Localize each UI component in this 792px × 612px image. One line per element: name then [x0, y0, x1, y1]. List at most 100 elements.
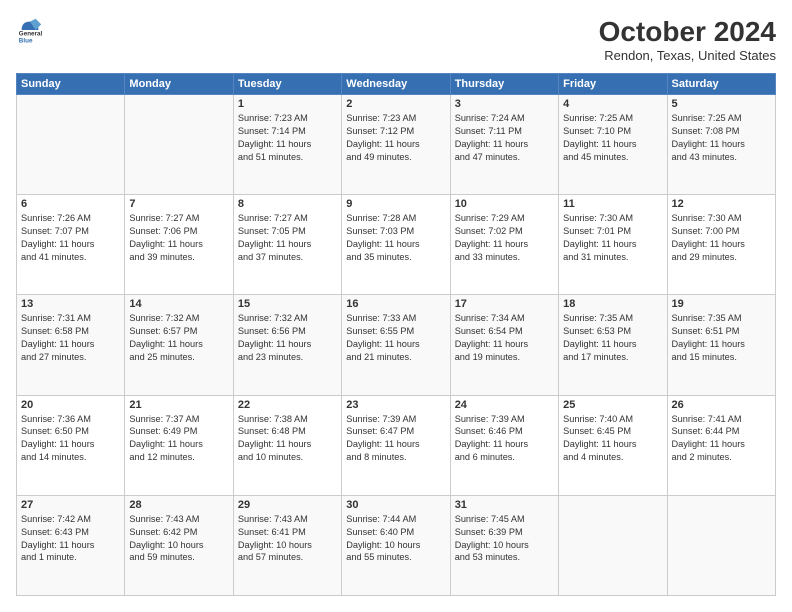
week-row-3: 13 Sunrise: 7:31 AMSunset: 6:58 PMDayligh… — [17, 295, 776, 395]
day-number: 8 — [238, 198, 337, 210]
day-info: Sunrise: 7:39 AMSunset: 6:46 PMDaylight:… — [455, 413, 554, 465]
day-number: 1 — [238, 98, 337, 110]
day-info: Sunrise: 7:23 AMSunset: 7:14 PMDaylight:… — [238, 112, 337, 164]
day-cell: 14 Sunrise: 7:32 AMSunset: 6:57 PMDayligh… — [125, 295, 233, 395]
weekday-header-saturday: Saturday — [667, 74, 775, 95]
location: Rendon, Texas, United States — [599, 48, 776, 63]
week-row-1: 1 Sunrise: 7:23 AMSunset: 7:14 PMDaylight… — [17, 95, 776, 195]
day-cell: 10 Sunrise: 7:29 AMSunset: 7:02 PMDayligh… — [450, 195, 558, 295]
day-cell: 4 Sunrise: 7:25 AMSunset: 7:10 PMDaylight… — [559, 95, 667, 195]
day-number: 15 — [238, 298, 337, 310]
day-number: 14 — [129, 298, 228, 310]
logo: General Blue — [16, 16, 44, 44]
day-cell: 22 Sunrise: 7:38 AMSunset: 6:48 PMDayligh… — [233, 395, 341, 495]
svg-text:Blue: Blue — [19, 38, 33, 44]
day-info: Sunrise: 7:26 AMSunset: 7:07 PMDaylight:… — [21, 212, 120, 264]
day-info: Sunrise: 7:33 AMSunset: 6:55 PMDaylight:… — [346, 312, 445, 364]
day-info: Sunrise: 7:24 AMSunset: 7:11 PMDaylight:… — [455, 112, 554, 164]
day-number: 12 — [672, 198, 771, 210]
day-cell: 23Sunrise: 7:39 AMSunset: 6:47 PMDayligh… — [342, 395, 450, 495]
day-info: Sunrise: 7:27 AMSunset: 7:05 PMDaylight:… — [238, 212, 337, 264]
day-cell: 5Sunrise: 7:25 AMSunset: 7:08 PMDaylight… — [667, 95, 775, 195]
day-cell: 17 Sunrise: 7:34 AMSunset: 6:54 PMDayligh… — [450, 295, 558, 395]
day-number: 29 — [238, 499, 337, 511]
day-info: Sunrise: 7:39 AMSunset: 6:47 PMDaylight:… — [346, 413, 445, 465]
day-number: 20 — [21, 399, 120, 411]
day-number: 6 — [21, 198, 120, 210]
day-info: Sunrise: 7:41 AMSunset: 6:44 PMDaylight:… — [672, 413, 771, 465]
day-cell: 30Sunrise: 7:44 AMSunset: 6:40 PMDayligh… — [342, 495, 450, 595]
day-number: 11 — [563, 198, 662, 210]
day-number: 30 — [346, 499, 445, 511]
day-cell: 26 Sunrise: 7:41 AMSunset: 6:44 PMDayligh… — [667, 395, 775, 495]
day-number: 19 — [672, 298, 771, 310]
weekday-header-wednesday: Wednesday — [342, 74, 450, 95]
week-row-2: 6 Sunrise: 7:26 AMSunset: 7:07 PMDaylight… — [17, 195, 776, 295]
day-cell: 13 Sunrise: 7:31 AMSunset: 6:58 PMDayligh… — [17, 295, 125, 395]
day-cell — [667, 495, 775, 595]
day-info: Sunrise: 7:35 AMSunset: 6:51 PMDaylight:… — [672, 312, 771, 364]
day-info: Sunrise: 7:30 AMSunset: 7:00 PMDaylight:… — [672, 212, 771, 264]
day-info: Sunrise: 7:34 AMSunset: 6:54 PMDaylight:… — [455, 312, 554, 364]
day-cell: 20 Sunrise: 7:36 AMSunset: 6:50 PMDayligh… — [17, 395, 125, 495]
day-number: 9 — [346, 198, 445, 210]
day-number: 7 — [129, 198, 228, 210]
day-number: 4 — [563, 98, 662, 110]
day-cell: 24 Sunrise: 7:39 AMSunset: 6:46 PMDayligh… — [450, 395, 558, 495]
day-number: 5 — [672, 98, 771, 110]
day-cell — [125, 95, 233, 195]
day-info: Sunrise: 7:25 AMSunset: 7:10 PMDaylight:… — [563, 112, 662, 164]
weekday-header-thursday: Thursday — [450, 74, 558, 95]
day-cell: 27 Sunrise: 7:42 AMSunset: 6:43 PMDayligh… — [17, 495, 125, 595]
day-info: Sunrise: 7:28 AMSunset: 7:03 PMDaylight:… — [346, 212, 445, 264]
day-number: 3 — [455, 98, 554, 110]
day-number: 21 — [129, 399, 228, 411]
month-title: October 2024 — [599, 16, 776, 48]
day-cell: 3 Sunrise: 7:24 AMSunset: 7:11 PMDaylight… — [450, 95, 558, 195]
day-cell: 12 Sunrise: 7:30 AMSunset: 7:00 PMDayligh… — [667, 195, 775, 295]
day-cell — [17, 95, 125, 195]
day-number: 17 — [455, 298, 554, 310]
day-cell: 16 Sunrise: 7:33 AMSunset: 6:55 PMDayligh… — [342, 295, 450, 395]
weekday-header-row: SundayMondayTuesdayWednesdayThursdayFrid… — [17, 74, 776, 95]
day-info: Sunrise: 7:32 AMSunset: 6:56 PMDaylight:… — [238, 312, 337, 364]
day-info: Sunrise: 7:42 AMSunset: 6:43 PMDaylight:… — [21, 513, 120, 565]
day-info: Sunrise: 7:29 AMSunset: 7:02 PMDaylight:… — [455, 212, 554, 264]
day-cell: 8 Sunrise: 7:27 AMSunset: 7:05 PMDaylight… — [233, 195, 341, 295]
weekday-header-tuesday: Tuesday — [233, 74, 341, 95]
day-number: 27 — [21, 499, 120, 511]
day-number: 16 — [346, 298, 445, 310]
weekday-header-sunday: Sunday — [17, 74, 125, 95]
day-number: 13 — [21, 298, 120, 310]
day-number: 24 — [455, 399, 554, 411]
day-info: Sunrise: 7:23 AMSunset: 7:12 PMDaylight:… — [346, 112, 445, 164]
day-info: Sunrise: 7:32 AMSunset: 6:57 PMDaylight:… — [129, 312, 228, 364]
day-cell: 29Sunrise: 7:43 AMSunset: 6:41 PMDayligh… — [233, 495, 341, 595]
weekday-header-friday: Friday — [559, 74, 667, 95]
week-row-4: 20 Sunrise: 7:36 AMSunset: 6:50 PMDayligh… — [17, 395, 776, 495]
svg-text:General: General — [19, 31, 43, 38]
day-cell: 21 Sunrise: 7:37 AMSunset: 6:49 PMDayligh… — [125, 395, 233, 495]
day-cell: 1 Sunrise: 7:23 AMSunset: 7:14 PMDaylight… — [233, 95, 341, 195]
day-cell: 11 Sunrise: 7:30 AMSunset: 7:01 PMDayligh… — [559, 195, 667, 295]
day-info: Sunrise: 7:43 AMSunset: 6:42 PMDaylight:… — [129, 513, 228, 565]
day-number: 28 — [129, 499, 228, 511]
day-info: Sunrise: 7:38 AMSunset: 6:48 PMDaylight:… — [238, 413, 337, 465]
day-info: Sunrise: 7:36 AMSunset: 6:50 PMDaylight:… — [21, 413, 120, 465]
day-info: Sunrise: 7:31 AMSunset: 6:58 PMDaylight:… — [21, 312, 120, 364]
day-cell: 15 Sunrise: 7:32 AMSunset: 6:56 PMDayligh… — [233, 295, 341, 395]
day-number: 26 — [672, 399, 771, 411]
day-info: Sunrise: 7:35 AMSunset: 6:53 PMDaylight:… — [563, 312, 662, 364]
day-number: 10 — [455, 198, 554, 210]
day-number: 31 — [455, 499, 554, 511]
day-cell: 31Sunrise: 7:45 AMSunset: 6:39 PMDayligh… — [450, 495, 558, 595]
day-info: Sunrise: 7:40 AMSunset: 6:45 PMDaylight:… — [563, 413, 662, 465]
day-number: 22 — [238, 399, 337, 411]
page: General Blue October 2024 Rendon, Texas,… — [0, 0, 792, 612]
day-info: Sunrise: 7:27 AMSunset: 7:06 PMDaylight:… — [129, 212, 228, 264]
calendar: SundayMondayTuesdayWednesdayThursdayFrid… — [16, 73, 776, 596]
week-row-5: 27 Sunrise: 7:42 AMSunset: 6:43 PMDayligh… — [17, 495, 776, 595]
day-info: Sunrise: 7:30 AMSunset: 7:01 PMDaylight:… — [563, 212, 662, 264]
day-info: Sunrise: 7:37 AMSunset: 6:49 PMDaylight:… — [129, 413, 228, 465]
day-number: 25 — [563, 399, 662, 411]
